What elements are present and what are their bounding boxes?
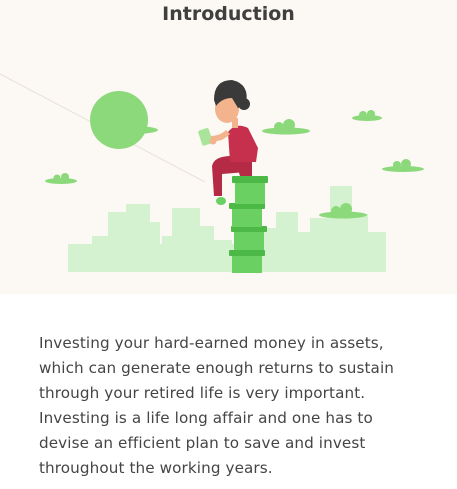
paragraph-line: which can generate enough returns to sus… bbox=[39, 359, 395, 377]
paragraph-line: Investing is a life long affair and one … bbox=[39, 409, 373, 427]
cloud-3 bbox=[352, 110, 382, 121]
paragraph-line: throughout the working years. bbox=[39, 459, 273, 477]
city-skyline bbox=[68, 186, 386, 272]
page-header: Introduction bbox=[0, 0, 457, 36]
paragraph-line: through your retired life is very import… bbox=[39, 384, 366, 402]
intro-paragraph: Investing your hard-earned money in asse… bbox=[39, 331, 449, 481]
cloud-6 bbox=[319, 203, 367, 219]
cloud-5 bbox=[382, 159, 424, 172]
page-title: Introduction bbox=[162, 3, 295, 25]
investor-illustration bbox=[0, 73, 424, 273]
cloud-4 bbox=[45, 173, 77, 184]
paragraph-line: Investing your hard-earned money in asse… bbox=[39, 334, 384, 352]
intro-illustration bbox=[0, 36, 457, 294]
paragraph-line: devise an efficient plan to save and inv… bbox=[39, 434, 366, 452]
cloud-2 bbox=[262, 119, 310, 135]
